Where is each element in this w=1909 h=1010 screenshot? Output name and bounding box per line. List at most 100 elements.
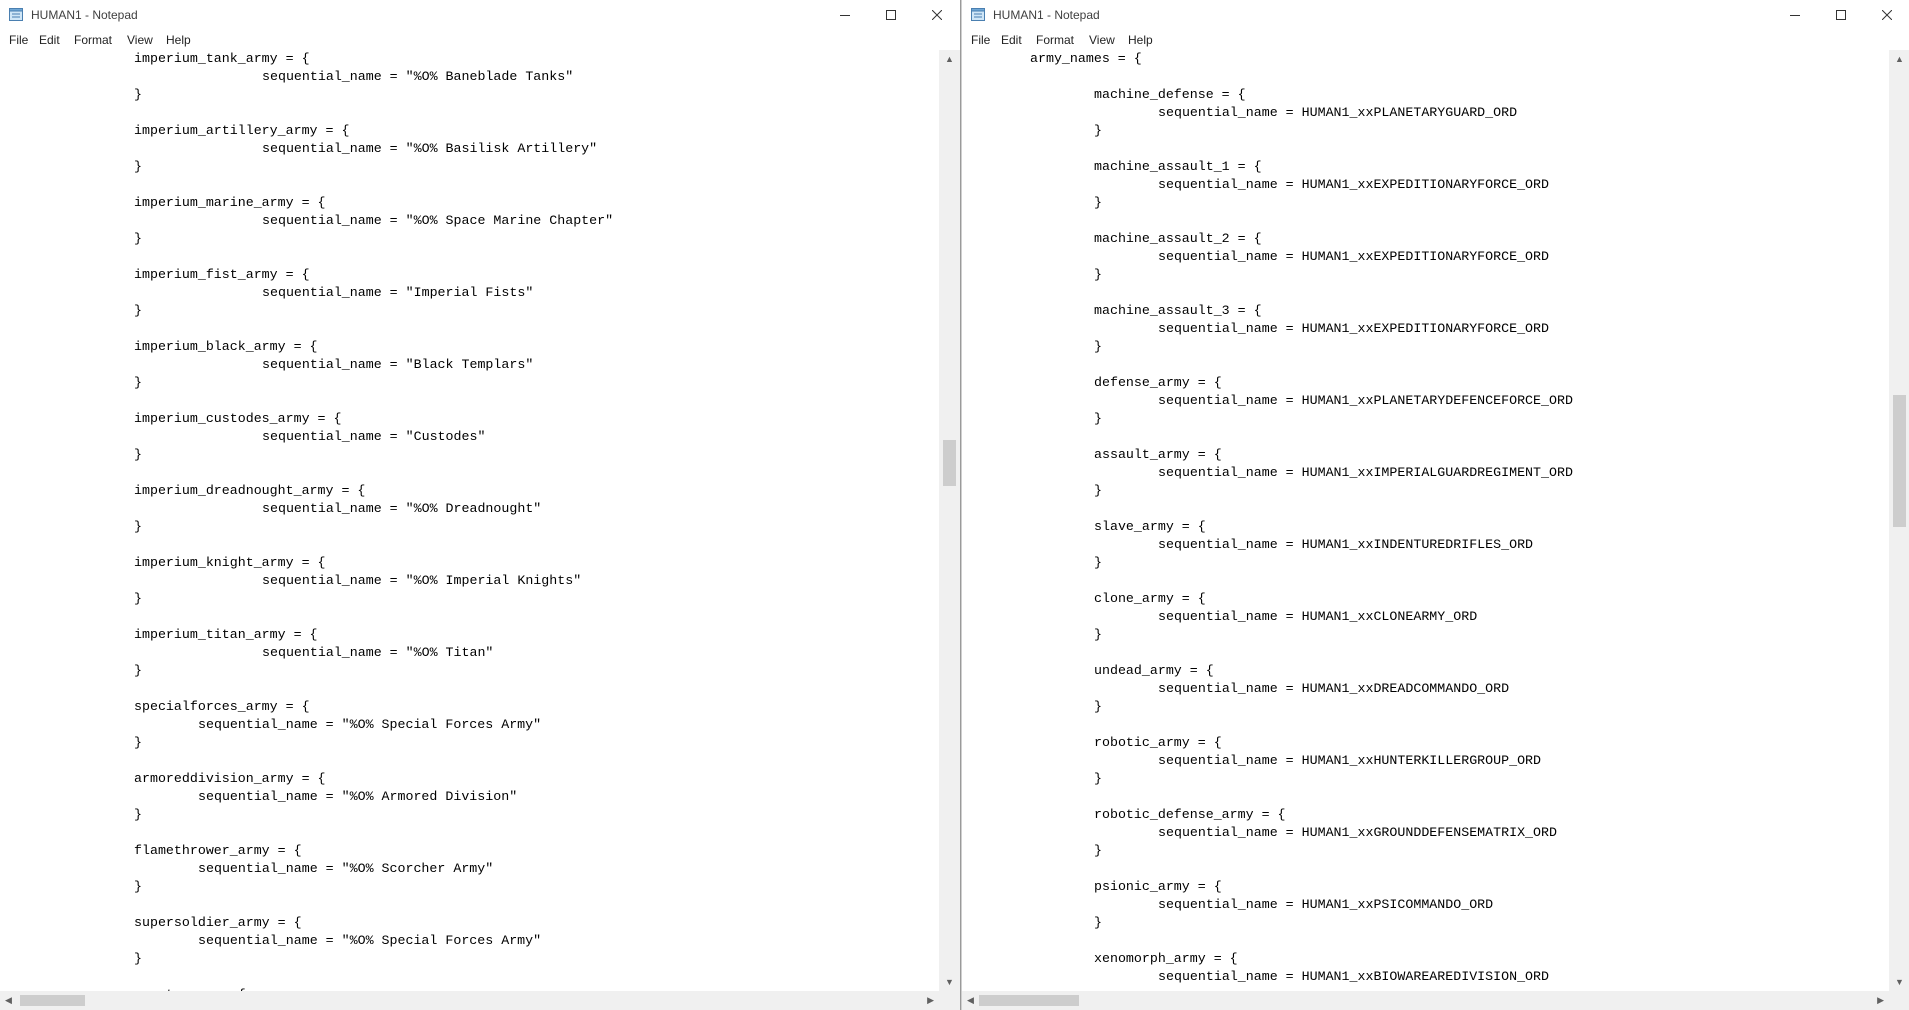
vertical-scrollbar[interactable]: ▲ ▼ (939, 50, 960, 991)
title-bar[interactable]: HUMAN1 - Notepad (962, 0, 1909, 30)
menu-file[interactable]: File (971, 33, 990, 47)
menu-view[interactable]: View (127, 33, 153, 47)
text-line: imperium_dreadnought_army = { (134, 483, 366, 498)
window-title: HUMAN1 - Notepad (31, 8, 138, 22)
text-line: imperium_tank_army = { (134, 51, 310, 66)
maximize-icon (1836, 10, 1846, 20)
scroll-up-arrow-icon[interactable]: ▲ (1895, 54, 1904, 64)
text-line: sequential_name = HUMAN1_xxGROUNDDEFENSE… (1158, 825, 1557, 840)
scroll-down-arrow-icon[interactable]: ▼ (945, 977, 954, 987)
text-line: } (134, 159, 142, 174)
scroll-right-arrow-icon[interactable]: ▶ (1877, 995, 1884, 1005)
scrollbar-corner (1889, 991, 1909, 1010)
text-line: } (1094, 267, 1102, 282)
text-line: sequential_name = "%O% Special Forces Ar… (198, 717, 542, 732)
notepad-window-right: HUMAN1 - Notepad File Edit Format View H… (961, 0, 1909, 1010)
text-line: sequential_name = HUMAN1_xxPSICOMMANDO_O… (1158, 897, 1494, 912)
text-line: } (1094, 771, 1102, 786)
menu-view[interactable]: View (1089, 33, 1115, 47)
close-button[interactable] (1864, 0, 1909, 30)
text-line: armoreddivision_army = { (134, 771, 326, 786)
horizontal-scrollbar[interactable]: ◀ ▶ (962, 991, 1889, 1010)
text-line: } (134, 231, 142, 246)
text-line: } (1094, 483, 1102, 498)
horizontal-scrollbar[interactable]: ◀ ▶ (0, 991, 939, 1010)
vertical-scroll-thumb[interactable] (1893, 395, 1906, 527)
menu-help[interactable]: Help (1128, 33, 1153, 47)
scroll-down-arrow-icon[interactable]: ▼ (1895, 977, 1904, 987)
text-line: sequential_name = "%O% Space Marine Chap… (262, 213, 614, 228)
minimize-icon (840, 15, 850, 16)
text-line: } (1094, 555, 1102, 570)
close-button[interactable] (914, 0, 960, 30)
text-line: sequential_name = HUMAN1_xxBIOWAREAREDIV… (1158, 969, 1549, 984)
text-line: } (134, 807, 142, 822)
minimize-button[interactable] (822, 0, 868, 30)
menu-file[interactable]: File (9, 33, 28, 47)
text-line: sequential_name = "%O% Scorcher Army" (198, 861, 494, 876)
scroll-right-arrow-icon[interactable]: ▶ (927, 995, 934, 1005)
text-line: } (1094, 843, 1102, 858)
text-line: sequential_name = "%O% Dreadnought" (262, 501, 542, 516)
text-line: sequential_name = HUMAN1_xxCLONEARMY_ORD (1158, 609, 1478, 624)
text-line: assault_army = { (1094, 447, 1222, 462)
notepad-app-icon (971, 8, 985, 21)
text-line: imperium_knight_army = { (134, 555, 326, 570)
scroll-left-arrow-icon[interactable]: ◀ (967, 995, 974, 1005)
text-line: machine_assault_3 = { (1094, 303, 1262, 318)
text-line: sequential_name = HUMAN1_xxDREADCOMMANDO… (1158, 681, 1510, 696)
text-editor[interactable]: army_names = { machine_defense = { sequent… (962, 50, 1889, 991)
text-line: machine_assault_2 = { (1094, 231, 1262, 246)
horizontal-scroll-thumb[interactable] (979, 995, 1079, 1006)
horizontal-scroll-thumb[interactable] (20, 995, 85, 1006)
text-line: sequential_name = HUMAN1_xxPLANETARYDEFE… (1158, 393, 1573, 408)
text-line: sequential_name = "Custodes" (262, 429, 486, 444)
text-line: } (134, 87, 142, 102)
text-line: sequential_name = "Black Templars" (262, 357, 534, 372)
text-line: sequential_name = HUMAN1_xxPLANETARYGUAR… (1158, 105, 1518, 120)
vertical-scrollbar[interactable]: ▲ ▼ (1889, 50, 1909, 991)
menu-format[interactable]: Format (74, 33, 112, 47)
text-line: robotic_defense_army = { (1094, 807, 1286, 822)
scrollbar-corner (939, 991, 960, 1010)
scroll-left-arrow-icon[interactable]: ◀ (5, 995, 12, 1005)
menu-format[interactable]: Format (1036, 33, 1074, 47)
scroll-up-arrow-icon[interactable]: ▲ (945, 54, 954, 64)
text-line: } (1094, 627, 1102, 642)
text-line: sequential_name = "Imperial Fists" (262, 285, 534, 300)
text-line: sequential_name = HUMAN1_xxEXPEDITIONARY… (1158, 249, 1549, 264)
text-line: } (134, 375, 142, 390)
text-line: imperium_custodes_army = { (134, 411, 342, 426)
text-editor[interactable]: imperium_tank_army = { sequential_name = … (0, 50, 939, 991)
title-bar[interactable]: HUMAN1 - Notepad (0, 0, 960, 30)
maximize-button[interactable] (868, 0, 914, 30)
menu-edit[interactable]: Edit (39, 33, 60, 47)
text-line: sequential_name = HUMAN1_xxINDENTUREDRIF… (1158, 537, 1534, 552)
text-line: } (134, 519, 142, 534)
text-line: imperium_titan_army = { (134, 627, 318, 642)
text-line: undead_army = { (1094, 663, 1214, 678)
menu-help[interactable]: Help (166, 33, 191, 47)
text-line: imperium_marine_army = { (134, 195, 326, 210)
text-line: clone_army = { (1094, 591, 1206, 606)
text-line: psionic_army = { (1094, 879, 1222, 894)
text-line: sequential_name = "%O% Imperial Knights" (262, 573, 582, 588)
notepad-app-icon (9, 8, 23, 21)
maximize-icon (886, 10, 896, 20)
text-line: imperium_black_army = { (134, 339, 318, 354)
menu-edit[interactable]: Edit (1001, 33, 1022, 47)
minimize-button[interactable] (1772, 0, 1818, 30)
text-line: } (134, 303, 142, 318)
text-line: machine_defense = { (1094, 87, 1246, 102)
text-line: army_names = { (1030, 51, 1142, 66)
maximize-button[interactable] (1818, 0, 1864, 30)
text-line: slave_army = { (1094, 519, 1206, 534)
vertical-scroll-thumb[interactable] (943, 440, 956, 486)
text-line: imperium_fist_army = { (134, 267, 310, 282)
text-line: supersoldier_army = { (134, 915, 302, 930)
text-line: sequential_name = "%O% Armored Division" (198, 789, 518, 804)
text-line: sequential_name = "%O% Basilisk Artiller… (262, 141, 598, 156)
text-line: } (1094, 411, 1102, 426)
text-line: } (1094, 699, 1102, 714)
text-line: sequential_name = HUMAN1_xxEXPEDITIONARY… (1158, 177, 1549, 192)
